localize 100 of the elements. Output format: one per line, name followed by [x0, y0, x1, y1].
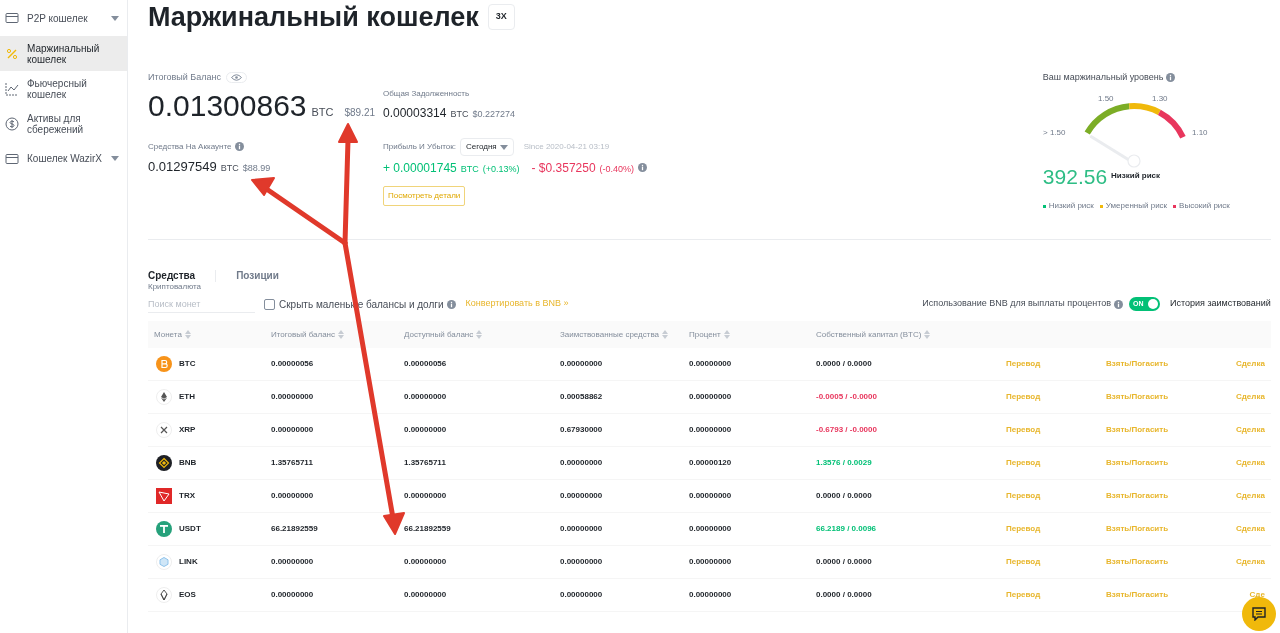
borrow-repay-link[interactable]: Взять/Погасить [1106, 589, 1236, 601]
pnl-btc-unit: BTC [460, 163, 479, 176]
column-header[interactable]: Итоговый баланс [271, 328, 336, 341]
table-cell-text: 0.00000000 [560, 523, 604, 535]
coin-name: USDT [179, 523, 201, 535]
column-header[interactable]: Собственный капитал (BTC) [816, 328, 922, 341]
trade-link[interactable]: Сделка [1236, 457, 1265, 469]
borrow-repay-link[interactable]: Взять/Погасить [1106, 523, 1236, 535]
table-cell-text: -0.0005 / -0.0000 [816, 391, 878, 403]
coin-name: BTC [179, 358, 196, 370]
risk-label: Низкий риск [1111, 170, 1161, 183]
transfer-link[interactable]: Перевод [1006, 424, 1106, 436]
balance-value: 0.01300863 [148, 90, 307, 121]
table-cell-text: 0.00000000 [560, 589, 604, 601]
caret-icon [111, 156, 119, 161]
borrow-repay-link[interactable]: Взять/Погасить [1106, 457, 1236, 469]
sidebar-item[interactable]: Маржинальный кошелек [0, 36, 127, 71]
page-title: Маржинальный кошелек [148, 3, 479, 31]
trade-link[interactable]: Сделка [1236, 424, 1265, 436]
checkbox-label: Скрыть маленьк е балансы и долги [279, 297, 444, 312]
sort-icon[interactable] [338, 330, 345, 339]
search-field[interactable]: Поиск монет [148, 295, 255, 313]
transfer-link[interactable]: Перевод [1006, 556, 1106, 568]
transfer-link[interactable]: Перевод [1006, 391, 1106, 403]
tab[interactable]: Средства [148, 270, 217, 282]
period-dropdown[interactable]: Сегодня [460, 138, 514, 156]
convert-link[interactable]: Конвертировать в BNB » [465, 297, 569, 311]
trade-link[interactable]: Сделка [1236, 556, 1265, 568]
table-cell-text: 0.00058862 [560, 391, 604, 403]
pnl-usd-percent: (-0.40%) [599, 163, 635, 176]
trade-link[interactable]: Сделка [1236, 523, 1265, 535]
gauge-tick: 1.10 [1191, 127, 1208, 137]
cross-icon [156, 422, 172, 438]
info-icon [1114, 299, 1124, 309]
transfer-link[interactable]: Перевод [1006, 490, 1106, 502]
checkbox[interactable] [264, 298, 275, 310]
info-icon [638, 163, 648, 172]
coin-icon [156, 521, 172, 537]
borrow-history-link[interactable]: История заимствований [1170, 297, 1271, 311]
trade-link[interactable]: Сделка [1236, 490, 1265, 502]
section-subtitle: Криптовалюта [148, 282, 203, 292]
table-cell-text: 0.00000000 [404, 589, 448, 601]
eos-icon [156, 587, 172, 603]
borrow-repay-link[interactable]: Взять/Погасить [1106, 358, 1236, 370]
pnl-btc-change: + 0.00001745 [383, 160, 457, 177]
details-button[interactable]: Посмотреть детали [383, 186, 466, 206]
table-cell-text: 1.35765711 [271, 457, 314, 469]
account-usd: $88.99 [242, 161, 271, 175]
transfer-link[interactable]: Перевод [1006, 457, 1106, 469]
trade-link[interactable]: Сделка [1236, 358, 1265, 370]
transfer-link[interactable]: Перевод [1006, 358, 1106, 370]
borrow-repay-link[interactable]: Взять/Погасить [1106, 490, 1236, 502]
sort-icon[interactable] [476, 330, 483, 339]
table-cell-text: 0.00000000 [689, 556, 733, 568]
caret-icon [111, 15, 119, 21]
coin-name: XRP [179, 424, 196, 436]
borrow-repay-link[interactable]: Взять/Погасить [1106, 424, 1236, 436]
coin-icon [156, 455, 172, 471]
table-cell-text: 0.00000000 [689, 391, 733, 403]
account-value: 0.01297549 [148, 157, 217, 176]
account-label: Средства На Аккаунте [148, 140, 232, 153]
cube-icon [156, 554, 172, 570]
legend-label: Умеренный риск [1105, 200, 1168, 212]
tab[interactable]: Позиции [216, 270, 279, 282]
chat-button[interactable] [1242, 597, 1276, 631]
sort-icon[interactable] [662, 330, 669, 339]
transfer-link[interactable]: Перевод [1006, 589, 1106, 601]
column-header[interactable]: Заимствованные средства [560, 328, 660, 341]
table-cell-text: 1.3576 / 0.0029 [816, 457, 873, 469]
legend-label: Высокий риск [1179, 200, 1230, 212]
triangle-icon [156, 488, 172, 504]
transfer-link[interactable]: Перевод [1006, 523, 1106, 535]
coin-icon [5, 116, 19, 131]
debt-unit: BTC [450, 108, 469, 121]
bnb-interest-label: Использование BNB для выплаты процентов [922, 297, 1112, 311]
balance-label: Итоговый Баланс [148, 71, 221, 84]
column-header[interactable]: Монета [154, 328, 182, 341]
sort-icon[interactable] [723, 330, 730, 339]
wallet-icon [5, 151, 19, 166]
table-cell-text: 0.00000000 [404, 556, 448, 568]
debt-label: Общая Задолженность [383, 88, 471, 100]
column-header[interactable]: Доступный баланс [404, 328, 474, 341]
borrow-repay-link[interactable]: Взять/Погасить [1106, 556, 1236, 568]
table-cell-text: 0.0000 / 0.0000 [816, 556, 873, 568]
column-header[interactable]: Процент [689, 328, 721, 341]
table-cell-text: 66.21892559 [404, 523, 452, 535]
borrow-repay-link[interactable]: Взять/Погасить [1106, 391, 1236, 403]
pnl-usd-change: - $0.357250 [531, 160, 596, 177]
table-cell-text: 0.00000000 [560, 358, 604, 370]
trade-link[interactable]: Сделка [1236, 391, 1265, 403]
sort-icon[interactable] [924, 330, 931, 339]
leverage-badge: 3X [487, 4, 515, 30]
sort-icon[interactable] [184, 330, 191, 339]
info-icon [235, 142, 245, 151]
table-cell-text: 0.00000000 [271, 589, 315, 601]
coin-name: LINK [179, 556, 198, 568]
table-cell-text: 0.00000000 [271, 556, 315, 568]
table-cell-text: 0.00000000 [271, 391, 315, 403]
percent-icon [5, 46, 19, 61]
table-cell-text: 0.0000 / 0.0000 [816, 490, 873, 502]
